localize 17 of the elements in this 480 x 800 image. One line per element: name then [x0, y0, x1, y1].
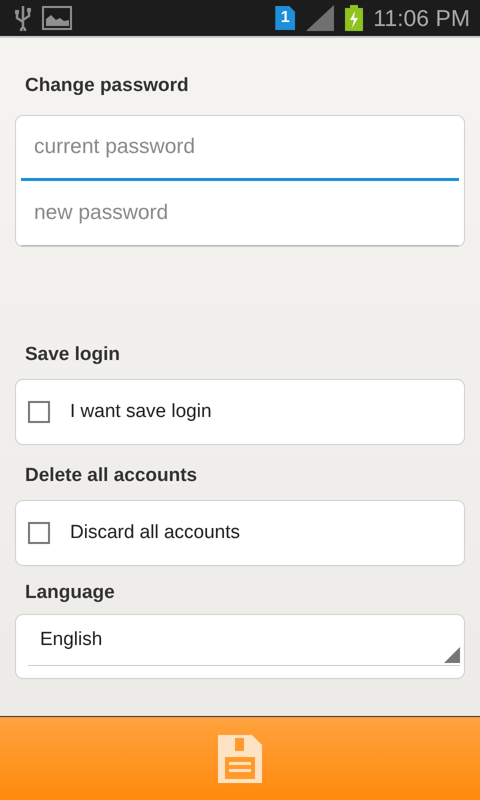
sim-card-icon: 1 [275, 6, 296, 30]
section-title: Language [25, 581, 116, 605]
section-title: Change password [25, 74, 190, 98]
checkbox-label: Discard all accounts [70, 522, 240, 544]
section-title: Delete all accounts [25, 464, 198, 488]
signal-icon [305, 5, 336, 31]
checkbox-label: I want save login [70, 401, 212, 423]
checkbox[interactable] [28, 401, 50, 423]
section-title: Save login [25, 343, 122, 367]
password-field[interactable]: current password [21, 116, 459, 181]
password-form[interactable]: current password new password [15, 115, 465, 247]
status-time: 11:06 PM [373, 4, 470, 32]
image-icon [42, 6, 72, 30]
battery-icon [345, 5, 364, 31]
checkbox[interactable] [28, 522, 50, 544]
dropdown-corner-icon [444, 647, 460, 663]
usb-icon [14, 5, 32, 31]
